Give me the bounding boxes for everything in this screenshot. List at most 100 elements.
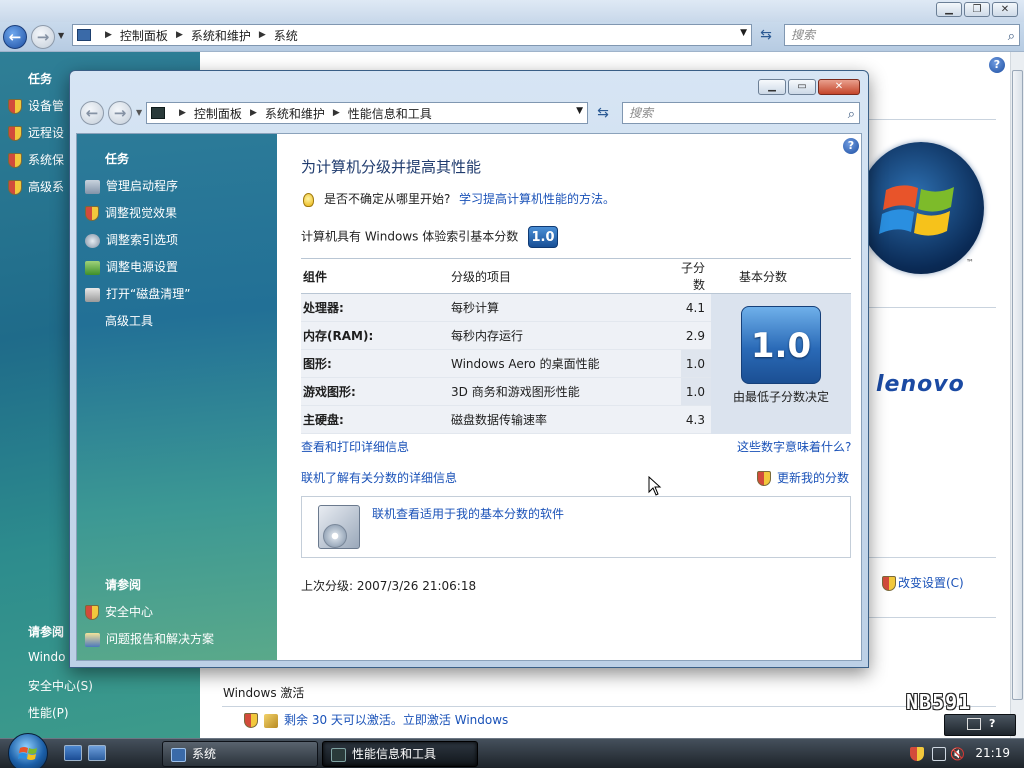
bg-task-advanced[interactable]: 高级系 [8,178,64,195]
bg-forward-button[interactable]: → [31,25,55,49]
rated-item-cell: 每秒内存运行 [451,321,681,350]
bg-task-devices[interactable]: 设备管 [8,97,64,114]
bg-back-button[interactable]: ← [3,25,27,49]
task-advanced-tools[interactable]: 高级工具 [105,312,153,329]
score-table: 组件 分级的项目 子分数 基本分数 处理器: 每秒计算 4.1 1.0 由最低子… [301,258,851,434]
bg-breadcrumb-2[interactable]: 系统和维护 [191,27,251,44]
help-icon[interactable]: ? [989,717,995,730]
close-button[interactable]: ✕ [818,79,860,95]
what-numbers-mean-link[interactable]: 这些数字意味着什么? [737,438,851,455]
bg-close-button[interactable]: ✕ [992,2,1018,17]
task-visual-effects[interactable]: 调整视觉效果 [85,204,177,221]
tip-row: 是否不确定从哪里开始? [303,190,450,207]
help-icon[interactable]: ? [843,138,859,154]
bg-see-also-performance[interactable]: 性能(P) [28,704,69,721]
divider [868,617,996,618]
network-icon[interactable] [932,747,946,761]
breadcrumb-control-panel[interactable]: 控制面板 [194,105,242,122]
address-bar[interactable]: ▶ 控制面板 ▶ 系统和维护 ▶ 性能信息和工具 ▼ [146,102,588,124]
bg-minimize-button[interactable]: ▁ [936,2,962,17]
bg-address-bar[interactable]: ▶ 控制面板 ▶ 系统和维护 ▶ 系统 ▼ [72,24,752,46]
performance-tools-icon [151,107,165,119]
activation-key-icon [264,713,278,728]
subscore-cell: 1.0 [681,349,711,378]
component-cell: 游戏图形: [301,377,451,406]
rated-item-cell: 3D 商务和游戏图形性能 [451,377,681,406]
mini-toolbar[interactable]: ? [944,714,1016,736]
breadcrumb-system-maintenance[interactable]: 系统和维护 [265,105,325,122]
bg-maximize-button[interactable]: ❐ [964,2,990,17]
watermark: NB591 [906,690,972,714]
view-print-details-link[interactable]: 查看和打印详细信息 [301,438,409,455]
rated-item-cell: 每秒计算 [451,293,681,322]
header-subscore: 子分数 [681,258,711,294]
bg-breadcrumb-3[interactable]: 系统 [274,27,298,44]
divider [868,557,996,558]
view-software-link[interactable]: 联机查看适用于我的基本分数的软件 [372,505,564,522]
volume-muted-icon[interactable]: 🔇 [950,747,965,761]
back-button[interactable]: ← [80,101,104,125]
bg-titlebar[interactable]: ▁ ❐ ✕ [0,0,1024,22]
search-input[interactable]: 搜索 ⌕ [622,102,860,124]
see-also-problem-reports[interactable]: 问题报告和解决方案 [85,630,214,647]
see-also-security-center[interactable]: 安全中心 [85,603,153,620]
taskbar-button-performance[interactable]: 性能信息和工具 [322,741,478,767]
bg-breadcrumb-1[interactable]: 控制面板 [120,27,168,44]
bg-address-dropdown-icon[interactable]: ▼ [740,28,747,38]
uac-shield-icon [8,126,22,141]
bg-recent-pages-icon[interactable]: ▼ [58,31,64,40]
bg-search-input[interactable]: 搜索 ⌕ [784,24,1020,46]
task-power-settings[interactable]: 调整电源设置 [85,258,178,275]
bg-see-also-windows[interactable]: Windo [28,650,66,664]
tasks-heading: 任务 [105,152,130,166]
bg-task-protection[interactable]: 系统保 [8,151,64,168]
software-box: 联机查看适用于我的基本分数的软件 [301,496,851,558]
software-box-icon [318,505,360,549]
bg-help-icon[interactable]: ? [989,57,1005,73]
maximize-button[interactable]: ▭ [788,79,816,95]
clock[interactable]: 21:19 [975,746,1010,760]
refresh-icon[interactable]: ⇆ [592,102,614,124]
search-icon[interactable]: ⌕ [1008,27,1015,47]
activate-windows-link[interactable]: 剩余 30 天可以激活。立即激活 Windows [244,711,508,728]
taskbar-button-system[interactable]: 系统 [162,741,318,767]
online-score-details-link[interactable]: 联机了解有关分数的详细信息 [301,469,457,486]
task-startup-programs[interactable]: 管理启动程序 [85,177,178,194]
task-disk-cleanup[interactable]: 打开“磁盘清理” [85,285,190,302]
update-score-link[interactable]: 更新我的分数 [757,469,849,486]
task-indexing-options[interactable]: 调整索引选项 [85,231,178,248]
security-center-icon [85,605,99,620]
security-alert-icon[interactable] [910,747,924,761]
indexing-options-icon [85,233,100,248]
bg-vertical-scrollbar[interactable] [1010,52,1024,738]
forward-button[interactable]: → [108,101,132,125]
minimize-button[interactable]: ▁ [758,79,786,95]
learn-improve-link[interactable]: 学习提高计算机性能的方法。 [459,190,615,207]
bg-see-also-security[interactable]: 安全中心(S) [28,677,93,694]
disk-cleanup-icon [85,287,100,302]
search-icon[interactable]: ⌕ [848,105,855,125]
rated-item-cell: 磁盘数据传输速率 [451,405,681,434]
uac-shield-icon [244,713,258,728]
bg-scroll-thumb[interactable] [1012,70,1023,700]
table-row: 处理器: 每秒计算 4.1 1.0 由最低子分数决定 [301,293,851,434]
bg-refresh-icon[interactable]: ⇆ [755,24,777,46]
lenovo-logo: lenovo [876,372,965,397]
address-dropdown-icon[interactable]: ▼ [576,106,583,116]
system-tray: 🔇 21:19 [906,739,1024,768]
show-desktop-icon[interactable] [64,745,82,761]
base-score-badge: 1.0 [741,306,821,384]
change-settings-link[interactable]: 改变设置(C) [882,574,964,591]
task-sidebar: 任务 管理启动程序 调整视觉效果 调整索引选项 调整电源设置 打开“磁盘清理” … [77,134,277,660]
header-component: 组件 [301,258,451,294]
divider [868,119,996,120]
switch-windows-icon[interactable] [88,745,106,761]
breadcrumb-separator-icon: ▶ [249,108,257,118]
base-score-cell: 1.0 由最低子分数决定 [711,293,851,434]
see-also-heading: 请参阅 [105,578,142,592]
recent-pages-icon[interactable]: ▼ [136,108,142,117]
bg-task-remote[interactable]: 远程设 [8,124,64,141]
breadcrumb-performance[interactable]: 性能信息和工具 [348,105,432,122]
keyboard-icon[interactable] [967,718,981,730]
start-button[interactable] [8,733,48,768]
